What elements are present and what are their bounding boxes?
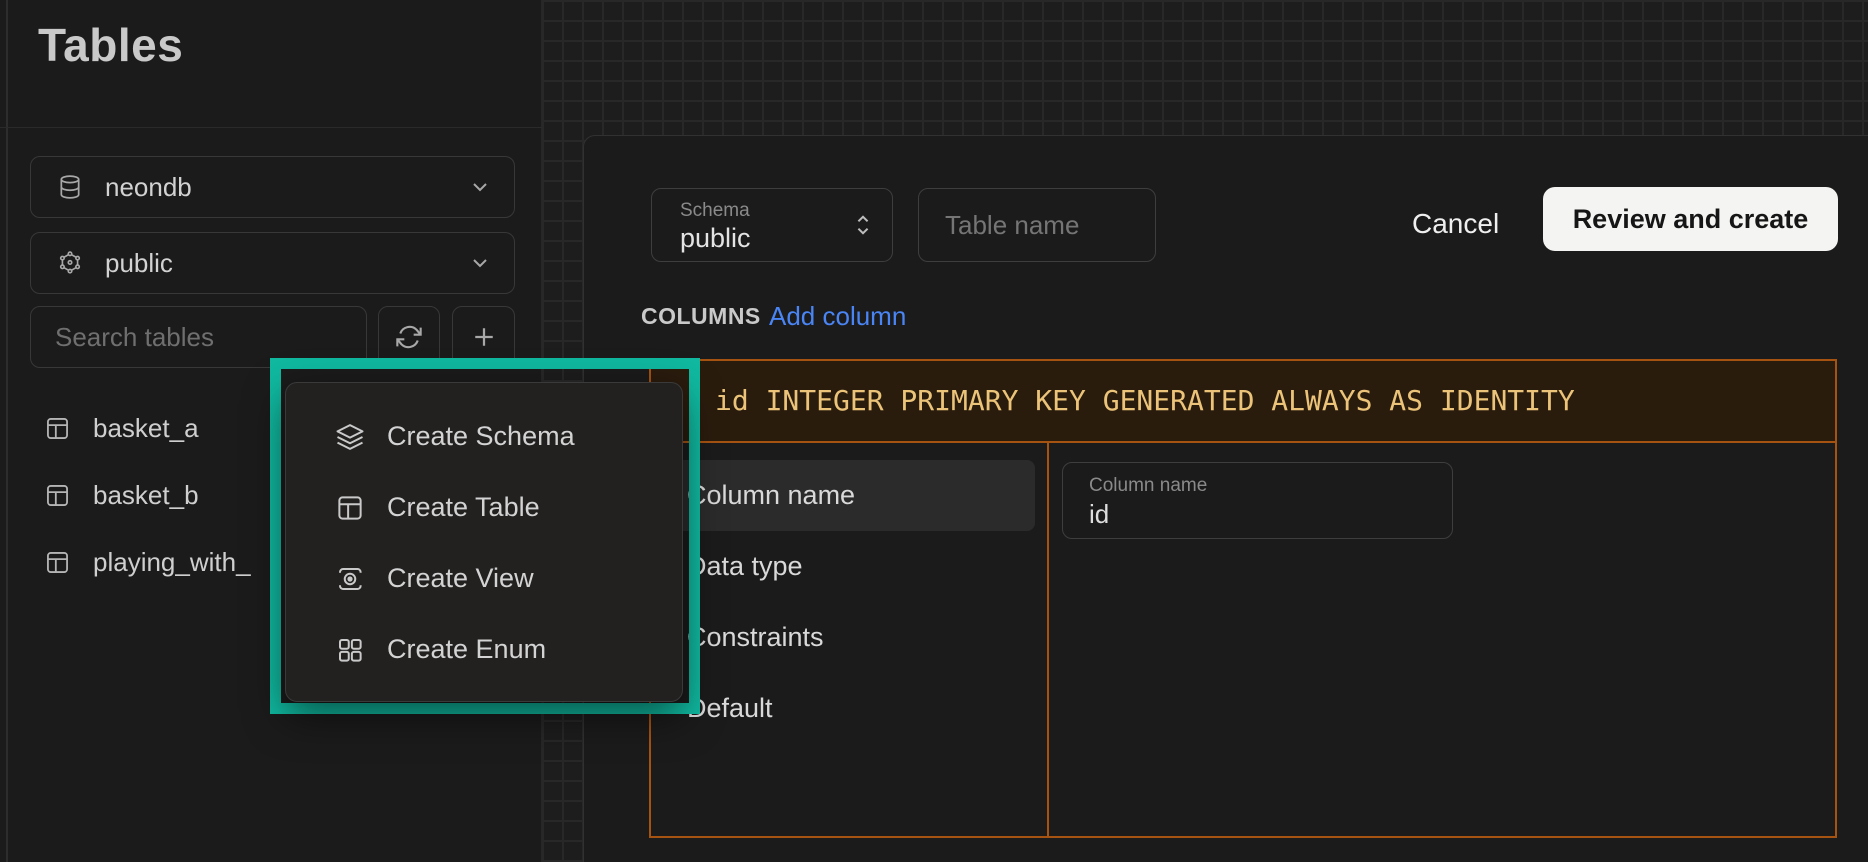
sidebar-title: Tables bbox=[38, 18, 183, 72]
menu-item-label: Create Enum bbox=[387, 634, 546, 665]
database-icon bbox=[57, 174, 83, 200]
grid-icon bbox=[333, 635, 367, 665]
schema-field-value: public bbox=[680, 223, 751, 254]
chevron-down-icon bbox=[468, 251, 492, 275]
chevron-down-icon bbox=[468, 175, 492, 199]
table-name: basket_b bbox=[93, 480, 199, 511]
add-column-link[interactable]: Add column bbox=[769, 301, 906, 332]
table-icon bbox=[333, 493, 367, 523]
column-properties-nav: Column name Data type Constraints Defaul… bbox=[651, 443, 1049, 836]
create-menu: Create Schema Create Table Create View bbox=[285, 382, 683, 702]
menu-item-create-table[interactable]: Create Table bbox=[286, 472, 682, 543]
schema-icon bbox=[57, 250, 83, 276]
table-name-input[interactable] bbox=[918, 188, 1156, 262]
menu-item-label: Create Schema bbox=[387, 421, 575, 452]
column-name-field-label: Column name bbox=[1089, 475, 1207, 497]
column-form-pane: Column name bbox=[1049, 443, 1835, 836]
refresh-button[interactable] bbox=[378, 306, 440, 368]
add-table-button[interactable] bbox=[452, 306, 515, 368]
sidebar-accent-line bbox=[6, 0, 8, 862]
nav-item-data-type[interactable]: Data type bbox=[663, 531, 1035, 602]
columns-editor-box: id INTEGER PRIMARY KEY GENERATED ALWAYS … bbox=[649, 359, 1837, 838]
schema-select[interactable]: public bbox=[30, 232, 515, 294]
database-select-value: neondb bbox=[105, 172, 468, 203]
database-select[interactable]: neondb bbox=[30, 156, 515, 218]
chevron-updown-icon bbox=[852, 212, 874, 238]
column-sql-row[interactable]: id INTEGER PRIMARY KEY GENERATED ALWAYS … bbox=[651, 361, 1835, 443]
column-name-field[interactable]: Column name bbox=[1062, 462, 1453, 539]
menu-item-label: Create View bbox=[387, 563, 534, 594]
layers-icon bbox=[333, 422, 367, 452]
column-name-input[interactable] bbox=[1065, 499, 1445, 530]
editor-schema-select[interactable]: Schema public bbox=[651, 188, 893, 262]
nav-item-constraints[interactable]: Constraints bbox=[663, 602, 1035, 673]
create-table-panel: Schema public Cancel Review and create C… bbox=[583, 135, 1868, 862]
schema-select-value: public bbox=[105, 248, 468, 279]
table-name: basket_a bbox=[93, 413, 199, 444]
menu-item-create-view[interactable]: Create View bbox=[286, 543, 682, 614]
menu-item-label: Create Table bbox=[387, 492, 540, 523]
plus-icon bbox=[469, 322, 499, 352]
menu-item-create-enum[interactable]: Create Enum bbox=[286, 614, 682, 685]
nav-item-column-name[interactable]: Column name bbox=[663, 460, 1035, 531]
table-icon bbox=[44, 482, 71, 509]
table-name: playing_with_ bbox=[93, 547, 251, 578]
sidebar-divider bbox=[0, 127, 542, 128]
table-icon bbox=[44, 415, 71, 442]
refresh-icon bbox=[395, 323, 423, 351]
menu-item-create-schema[interactable]: Create Schema bbox=[286, 401, 682, 472]
schema-field-label: Schema bbox=[680, 200, 750, 222]
nav-item-default[interactable]: Default bbox=[663, 673, 1035, 744]
view-icon bbox=[333, 564, 367, 594]
search-tables-input[interactable] bbox=[30, 306, 367, 368]
table-icon bbox=[44, 549, 71, 576]
review-and-create-button[interactable]: Review and create bbox=[1543, 187, 1838, 251]
cancel-button[interactable]: Cancel bbox=[1396, 192, 1515, 256]
columns-section-label: COLUMNS bbox=[641, 303, 761, 330]
